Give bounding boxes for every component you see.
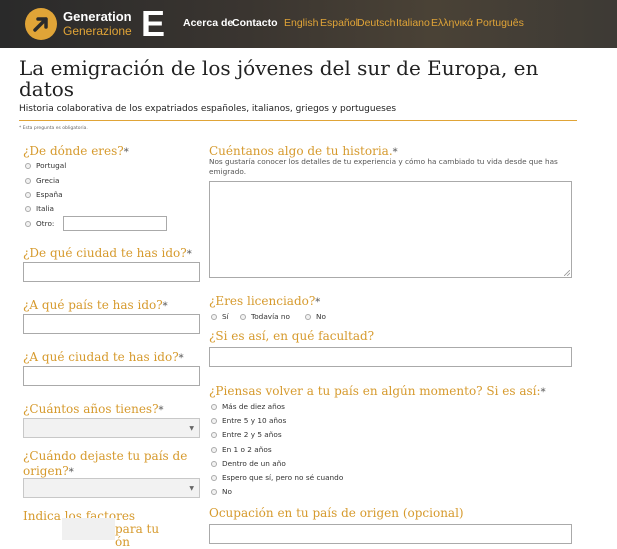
radio-icon[interactable]: [25, 178, 31, 184]
when-left-select[interactable]: ▼: [23, 478, 200, 498]
title-divider: [19, 120, 577, 121]
lang-italiano[interactable]: Italiano: [396, 17, 430, 29]
question-city-to: ¿A qué ciudad te has ido?*: [23, 350, 184, 364]
logo-letter[interactable]: E: [141, 4, 165, 44]
question-graduate: ¿Eres licenciado?*: [209, 294, 321, 308]
city-went-input[interactable]: [23, 262, 200, 282]
dropdown-arrow-icon: ▼: [189, 425, 194, 432]
radio-icon[interactable]: [211, 314, 217, 320]
graduate-option-no[interactable]: No: [305, 312, 326, 322]
country-went-input[interactable]: [23, 314, 200, 334]
lang-deutsch[interactable]: Deutsch: [357, 17, 396, 29]
radio-icon[interactable]: [240, 314, 246, 320]
logo-text-generation[interactable]: Generation: [63, 9, 132, 24]
occupation-input[interactable]: [209, 524, 572, 544]
origin-option-italia[interactable]: Italia: [25, 204, 54, 214]
question-when-left: ¿ ¿Cuándo dejaste tu país de origen?*: [23, 449, 188, 478]
radio-icon[interactable]: [25, 163, 31, 169]
radio-icon[interactable]: [211, 447, 217, 453]
question-return: ¿Piensas volver a tu país en algún momen…: [209, 384, 546, 398]
radio-icon[interactable]: [25, 192, 31, 198]
resize-handle-icon[interactable]: [564, 270, 570, 276]
radio-icon[interactable]: [25, 221, 31, 227]
page-title: La emigración de los jóvenes del sur de …: [19, 56, 539, 101]
nav-acerca-de[interactable]: Acerca de: [183, 17, 233, 29]
blurred-region: [62, 518, 115, 540]
lang-espanol[interactable]: Español: [320, 17, 358, 29]
age-select[interactable]: ▼: [23, 418, 200, 438]
radio-icon[interactable]: [211, 489, 217, 495]
question-occupation: Ocupación en tu país de origen (opcional…: [209, 506, 464, 520]
origin-option-portugal[interactable]: Portugal: [25, 161, 66, 171]
radio-icon[interactable]: [211, 418, 217, 424]
origin-option-otro[interactable]: Otro:: [25, 219, 54, 229]
story-textarea[interactable]: [209, 181, 572, 278]
graduate-option-si[interactable]: Sí: [211, 312, 229, 322]
radio-icon[interactable]: [305, 314, 311, 320]
logo-text-generazione[interactable]: Generazione: [63, 24, 132, 38]
return-option-4[interactable]: En 1 o 2 años: [211, 445, 272, 455]
radio-icon[interactable]: [211, 432, 217, 438]
question-city-went: ¿De qué ciudad te has ido?*: [23, 246, 192, 260]
radio-icon[interactable]: [211, 475, 217, 481]
origin-other-input[interactable]: [63, 216, 167, 231]
dropdown-arrow-icon: ▼: [189, 485, 194, 492]
question-country-went: ¿A qué país te has ido?*: [23, 298, 168, 312]
origin-option-espana[interactable]: España: [25, 190, 63, 200]
question-origin: ¿De dónde eres?*: [23, 144, 129, 158]
return-option-1[interactable]: Más de diez años: [211, 402, 285, 412]
required-note: * Esta pregunta es obligatoria.: [19, 126, 88, 131]
site-header: Generation Generazione E Acerca de Conta…: [0, 0, 617, 48]
graduate-option-todavia-no[interactable]: Todavía no: [240, 312, 290, 322]
question-factors-line3: ón: [115, 535, 130, 549]
radio-icon[interactable]: [211, 404, 217, 410]
lang-english[interactable]: English: [284, 17, 318, 29]
logo-arrow-icon[interactable]: [25, 8, 57, 40]
nav-contacto[interactable]: Contacto: [232, 17, 278, 29]
city-to-input[interactable]: [23, 366, 200, 386]
return-option-6[interactable]: Espero que sí, pero no sé cuando: [211, 473, 343, 483]
faculty-input[interactable]: [209, 347, 572, 367]
question-age: ¿Cuántos años tienes?*: [23, 402, 164, 416]
question-faculty: ¿Si es así, en qué facultad?: [209, 329, 375, 343]
origin-option-grecia[interactable]: Grecia: [25, 176, 60, 186]
return-option-7[interactable]: No: [211, 487, 232, 497]
lang-portugues[interactable]: Português: [476, 17, 524, 29]
radio-icon[interactable]: [25, 206, 31, 212]
return-option-2[interactable]: Entre 5 y 10 años: [211, 416, 286, 426]
return-option-5[interactable]: Dentro de un año: [211, 459, 286, 469]
lang-greek[interactable]: Ελληνικά: [431, 17, 473, 29]
page-subtitle: Historia colaborativa de los expatriados…: [19, 104, 397, 114]
question-factors-line2: para tu: [115, 522, 160, 536]
radio-icon[interactable]: [211, 461, 217, 467]
return-option-3[interactable]: Entre 2 y 5 años: [211, 430, 282, 440]
story-help-text: Nos gustaría conocer los detalles de tu …: [209, 157, 558, 176]
